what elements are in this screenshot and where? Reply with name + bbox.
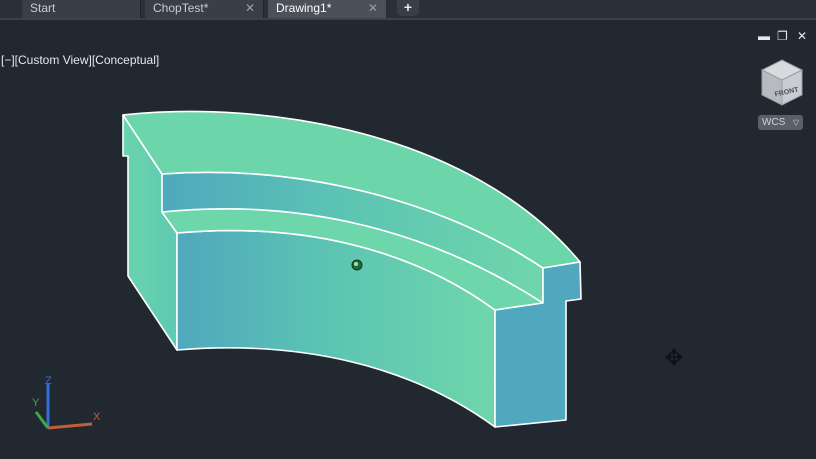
3d-model[interactable] bbox=[122, 110, 582, 428]
viewcube-icon[interactable]: FRONT bbox=[760, 59, 804, 106]
model-viewport[interactable]: FRONT Z X Y bbox=[0, 0, 816, 459]
orbit-target-icon bbox=[351, 259, 363, 271]
pan-cursor-icon bbox=[664, 347, 684, 367]
chevron-down-icon: ▽ bbox=[792, 118, 799, 127]
ucs-z-label: Z bbox=[45, 375, 52, 387]
wcs-label: WCS bbox=[762, 117, 786, 128]
ucs-icon: Z X Y bbox=[32, 375, 101, 430]
wcs-menu-button[interactable]: WCS ▽ bbox=[758, 115, 803, 130]
ucs-y-label: Y bbox=[32, 397, 40, 409]
ucs-x-label: X bbox=[93, 411, 101, 423]
